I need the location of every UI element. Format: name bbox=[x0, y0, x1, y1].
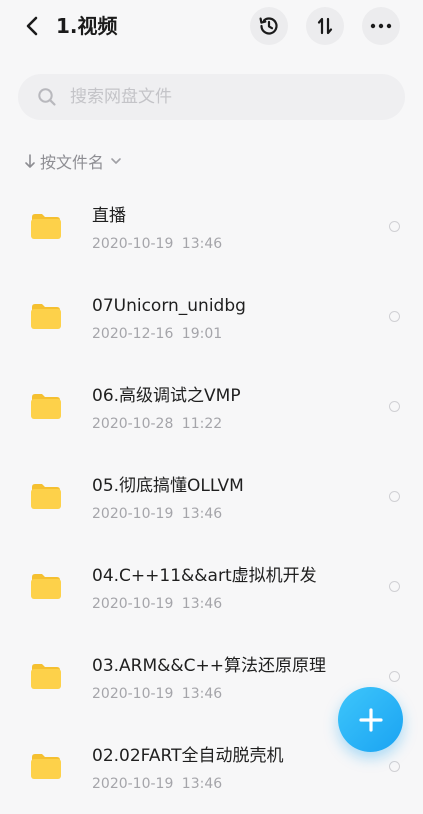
list-item[interactable]: 05.彻底搞懂OLLVM 2020-10-19 13:46 bbox=[0, 454, 423, 544]
history-icon bbox=[259, 17, 278, 35]
folder-icon bbox=[31, 754, 61, 779]
more-button[interactable] bbox=[362, 7, 400, 45]
folder-icon bbox=[31, 214, 61, 239]
list-item[interactable]: 04.C++11&&art虚拟机开发 2020-10-19 13:46 bbox=[0, 544, 423, 634]
folder-icon bbox=[31, 304, 61, 329]
select-radio[interactable] bbox=[389, 761, 400, 772]
sort-label: 按文件名 bbox=[40, 153, 105, 172]
plus-icon bbox=[358, 707, 383, 732]
select-radio[interactable] bbox=[389, 671, 400, 682]
file-name: 07Unicorn_unidbg bbox=[92, 296, 246, 316]
search-icon bbox=[36, 86, 58, 108]
select-radio[interactable] bbox=[389, 401, 400, 412]
header-bar: 1.视频 bbox=[0, 0, 423, 56]
list-item[interactable]: 06.高级调试之VMP 2020-10-28 11:22 bbox=[0, 364, 423, 454]
file-name: 05.彻底搞懂OLLVM bbox=[92, 476, 244, 496]
folder-icon bbox=[31, 394, 61, 419]
file-name: 直播 bbox=[92, 206, 126, 226]
file-date: 2020-10-19 13:46 bbox=[92, 596, 223, 612]
file-date: 2020-12-16 19:01 bbox=[92, 326, 223, 342]
file-name: 03.ARM&&C++算法还原原理 bbox=[92, 656, 327, 676]
select-radio[interactable] bbox=[389, 221, 400, 232]
list-item[interactable]: 直播 2020-10-19 13:46 bbox=[0, 184, 423, 274]
search-bar[interactable] bbox=[18, 74, 405, 120]
select-radio[interactable] bbox=[389, 581, 400, 592]
add-button[interactable] bbox=[338, 687, 403, 752]
list-item[interactable]: 07Unicorn_unidbg 2020-12-16 19:01 bbox=[0, 274, 423, 364]
folder-icon bbox=[31, 664, 61, 689]
file-date: 2020-10-19 13:46 bbox=[92, 236, 223, 252]
folder-icon bbox=[31, 484, 61, 509]
file-date: 2020-10-19 13:46 bbox=[92, 506, 223, 522]
file-date: 2020-10-28 11:22 bbox=[92, 416, 223, 432]
search-input[interactable] bbox=[68, 86, 372, 108]
file-name: 02.02FART全自动脱壳机 bbox=[92, 746, 284, 766]
chevron-down-icon bbox=[111, 158, 121, 164]
file-date: 2020-10-19 13:46 bbox=[92, 776, 223, 792]
sort-toggle-button[interactable] bbox=[306, 7, 344, 45]
sort-arrows-icon bbox=[317, 17, 333, 35]
file-date: 2020-10-19 13:46 bbox=[92, 686, 223, 702]
select-radio[interactable] bbox=[389, 491, 400, 502]
folder-icon bbox=[31, 574, 61, 599]
history-button[interactable] bbox=[250, 7, 288, 45]
file-name: 06.高级调试之VMP bbox=[92, 386, 241, 406]
page-title: 1.视频 bbox=[56, 14, 118, 38]
file-name: 04.C++11&&art虚拟机开发 bbox=[92, 566, 317, 586]
select-radio[interactable] bbox=[389, 311, 400, 322]
sort-selector[interactable]: 按文件名 bbox=[24, 148, 122, 174]
more-dots-icon bbox=[370, 23, 392, 29]
arrow-down-icon bbox=[25, 154, 35, 168]
back-button[interactable] bbox=[16, 10, 48, 42]
chevron-left-icon bbox=[26, 16, 38, 36]
